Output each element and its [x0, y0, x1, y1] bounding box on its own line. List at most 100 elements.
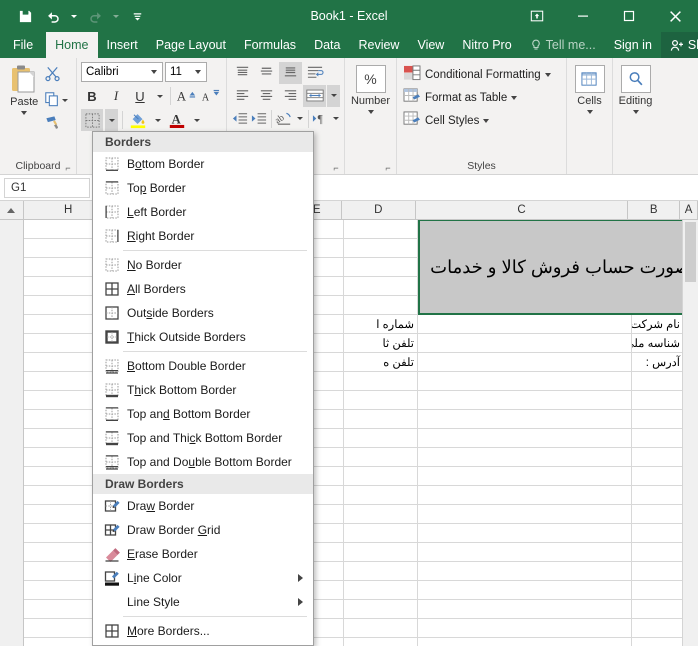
grid-cell[interactable] — [632, 600, 684, 619]
middle-align-button[interactable] — [255, 62, 278, 84]
copy-dropdown-caret[interactable] — [62, 98, 69, 102]
grid-cell[interactable] — [344, 239, 418, 258]
grid-cell-text[interactable]: تلفن ثا — [344, 334, 418, 353]
menu-item-no-border[interactable]: No Border — [93, 253, 313, 277]
menu-item-draw-border[interactable]: Draw Border — [93, 494, 313, 518]
grid-cell[interactable] — [418, 562, 632, 581]
menu-item-bottom-border[interactable]: Bottom Border — [93, 152, 313, 176]
tab-formulas[interactable]: Formulas — [235, 32, 305, 58]
grid-cell[interactable] — [418, 486, 632, 505]
grid-cell[interactable] — [344, 277, 418, 296]
grid-cell[interactable] — [632, 543, 684, 562]
grid-cell[interactable] — [344, 524, 418, 543]
align-left-button[interactable] — [231, 85, 254, 107]
grid-cell[interactable] — [418, 334, 632, 353]
grid-cell[interactable] — [344, 220, 418, 239]
grid-cell[interactable] — [344, 467, 418, 486]
tab-file[interactable]: File — [0, 32, 46, 58]
orientation-dropdown-caret[interactable] — [296, 108, 305, 130]
column-header-B[interactable]: B — [628, 201, 681, 220]
grid-cell[interactable] — [344, 448, 418, 467]
editing-dropdown-caret[interactable] — [632, 110, 639, 114]
grid-cell-text[interactable]: شماره ا — [344, 315, 418, 334]
italic-button[interactable]: I — [105, 85, 127, 107]
grid-cell[interactable] — [632, 619, 684, 638]
editing-button[interactable]: Editing — [617, 61, 654, 159]
font-size-combo[interactable]: 11 — [165, 62, 207, 82]
menu-item-right-border[interactable]: Right Border — [93, 224, 313, 248]
menu-item-line-style[interactable]: Line Style — [93, 590, 313, 614]
grid-cell[interactable] — [344, 638, 418, 646]
menu-item-erase-border[interactable]: Erase Border — [93, 542, 313, 566]
grid-cell[interactable] — [418, 505, 632, 524]
grid-cell[interactable] — [418, 429, 632, 448]
increase-indent-button[interactable] — [250, 108, 268, 130]
grid-cell[interactable] — [632, 505, 684, 524]
borders-button[interactable] — [81, 109, 103, 131]
tab-insert[interactable]: Insert — [98, 32, 147, 58]
wrap-text-button[interactable] — [303, 62, 326, 84]
grid-cell[interactable] — [344, 296, 418, 315]
grid-cell[interactable] — [418, 619, 632, 638]
merged-title-cell[interactable]: صورت حساب فروش کالا و خدمات — [418, 220, 698, 315]
underline-dropdown-caret[interactable] — [153, 85, 166, 107]
grid-cell[interactable] — [632, 391, 684, 410]
menu-item-draw-border-grid[interactable]: Draw Border Grid — [93, 518, 313, 542]
grid-cell-text[interactable]: نام شرکت : — [632, 315, 684, 334]
grid-cell[interactable] — [344, 258, 418, 277]
select-all-corner[interactable] — [0, 201, 24, 220]
ribbon-display-options-icon[interactable] — [514, 0, 560, 32]
center-button[interactable] — [255, 85, 278, 107]
grid-cell[interactable] — [632, 410, 684, 429]
column-header-C[interactable]: C — [415, 201, 629, 220]
grid-cell[interactable] — [344, 581, 418, 600]
menu-item-all-borders[interactable]: All Borders — [93, 277, 313, 301]
cells-dropdown-caret[interactable] — [586, 110, 593, 114]
grid-cell-text[interactable]: شناسه ملی : — [632, 334, 684, 353]
grid-cell[interactable] — [344, 410, 418, 429]
menu-item-top-and-thick-bottom-border[interactable]: Top and Thick Bottom Border — [93, 426, 313, 450]
grid-cell[interactable] — [418, 638, 632, 646]
sign-in-button[interactable]: Sign in — [605, 32, 661, 58]
menu-item-thick-bottom-border[interactable]: Thick Bottom Border — [93, 378, 313, 402]
grid-cell[interactable] — [344, 486, 418, 505]
grid-cell[interactable] — [418, 581, 632, 600]
tab-data[interactable]: Data — [305, 32, 349, 58]
share-button[interactable]: Share — [660, 32, 698, 58]
column-header-A[interactable]: A — [680, 201, 698, 220]
grid-cell[interactable] — [418, 524, 632, 543]
merge-dropdown-caret[interactable] — [327, 84, 340, 107]
conditional-formatting-caret[interactable] — [544, 72, 551, 77]
top-align-button[interactable] — [231, 62, 254, 84]
grid-cell[interactable] — [632, 524, 684, 543]
minimize-icon[interactable] — [560, 0, 606, 32]
undo-icon[interactable] — [40, 3, 66, 29]
menu-item-thick-outside-borders[interactable]: Thick Outside Borders — [93, 325, 313, 349]
font-color-dropdown-caret[interactable] — [190, 109, 203, 131]
grid-cell[interactable] — [418, 543, 632, 562]
borders-dropdown-caret[interactable] — [105, 109, 118, 131]
decrease-font-size-button[interactable]: A — [199, 85, 221, 107]
column-header-D[interactable]: D — [342, 201, 416, 220]
tell-me-box[interactable]: Tell me... — [521, 32, 605, 58]
bottom-align-button[interactable] — [279, 61, 302, 84]
grid-cell-text[interactable]: آدرس : — [632, 353, 684, 372]
tab-nitro-pro[interactable]: Nitro Pro — [453, 32, 520, 58]
grid-cell[interactable] — [632, 562, 684, 581]
grid-cell[interactable] — [344, 619, 418, 638]
grid-cell[interactable] — [344, 562, 418, 581]
grid-cell[interactable] — [344, 543, 418, 562]
font-name-combo[interactable]: Calibri — [81, 62, 163, 82]
clipboard-dialog-launcher[interactable]: ⌐ — [63, 163, 73, 173]
format-as-table-button[interactable]: Format as Table — [401, 86, 562, 109]
grid-cell[interactable] — [344, 372, 418, 391]
grid-cell[interactable] — [418, 448, 632, 467]
grid-cell[interactable] — [632, 467, 684, 486]
fill-color-button[interactable] — [127, 109, 149, 131]
number-format-button[interactable]: % Number — [349, 61, 392, 159]
tab-view[interactable]: View — [408, 32, 453, 58]
menu-item-line-color[interactable]: Line Color — [93, 566, 313, 590]
grid-cell[interactable] — [418, 315, 632, 334]
orientation-button[interactable]: ab — [275, 108, 295, 130]
tab-page-layout[interactable]: Page Layout — [147, 32, 235, 58]
